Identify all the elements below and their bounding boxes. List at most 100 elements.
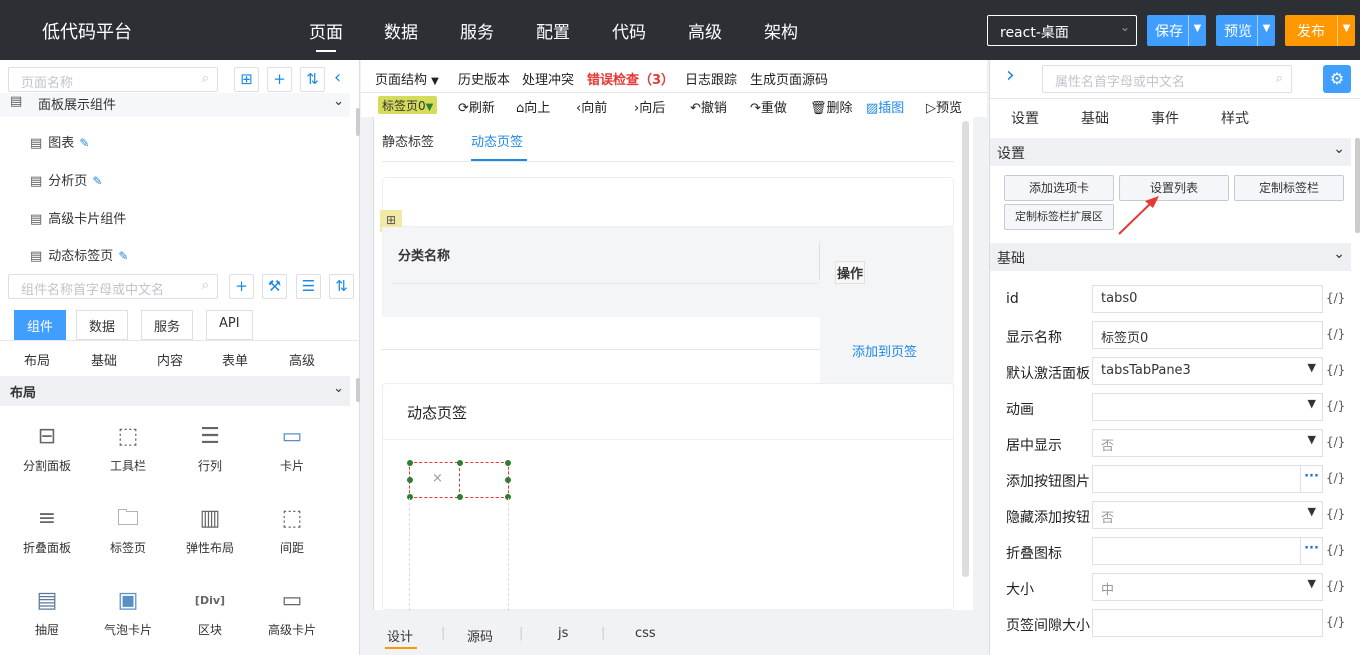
caret-down-icon[interactable]: ▼ bbox=[1337, 15, 1355, 46]
close-icon[interactable]: × bbox=[432, 471, 443, 486]
tab-data[interactable]: 数据 bbox=[76, 310, 129, 340]
expression-icon[interactable]: {/} bbox=[1326, 363, 1345, 377]
tab-static[interactable]: 静态标签 bbox=[382, 131, 434, 150]
log-trace-button[interactable]: 日志跟踪 bbox=[685, 69, 737, 88]
nav-advanced[interactable]: 高级 bbox=[688, 18, 722, 43]
chevron-down-icon[interactable]: ⌄ bbox=[333, 381, 344, 396]
error-check-button[interactable]: 错误检查（3） bbox=[587, 69, 674, 88]
generate-source-button[interactable]: 生成页面源码 bbox=[750, 69, 828, 88]
nav-architecture[interactable]: 架构 bbox=[764, 18, 798, 43]
insert-image-button[interactable]: ▨插图 bbox=[866, 97, 904, 116]
chevron-down-icon[interactable]: ⌄ bbox=[1333, 141, 1345, 157]
tree-item[interactable]: ▤ 分析页 ✎ bbox=[30, 170, 102, 189]
tab-service[interactable]: 服务 bbox=[141, 310, 194, 340]
scrollbar[interactable] bbox=[962, 121, 969, 577]
expression-icon[interactable]: {/} bbox=[1326, 471, 1345, 485]
more-icon[interactable]: ··· bbox=[1300, 466, 1322, 492]
chevron-down-icon[interactable]: ⌄ bbox=[1333, 246, 1345, 262]
nav-page[interactable]: 页面 bbox=[309, 18, 343, 52]
resize-handle[interactable] bbox=[505, 477, 511, 483]
component-spacing[interactable]: ⬚ 间距 bbox=[252, 505, 332, 556]
chevron-down-icon[interactable]: ⌄ bbox=[333, 94, 344, 109]
add-to-tab-link[interactable]: 添加到页签 bbox=[852, 341, 917, 360]
expression-icon[interactable]: {/} bbox=[1326, 327, 1345, 341]
scrollbar[interactable] bbox=[356, 108, 360, 136]
custom-tabbar-extra-button[interactable]: 定制标签栏扩展区 bbox=[1004, 204, 1114, 230]
edit-icon[interactable]: ✎ bbox=[79, 136, 89, 150]
tab-placeholder[interactable]: × bbox=[409, 462, 509, 498]
expression-icon[interactable]: {/} bbox=[1326, 399, 1345, 413]
move-up-button[interactable]: ⌂向上 bbox=[516, 97, 550, 116]
chevron-right-icon[interactable]: › bbox=[1006, 63, 1015, 88]
default-panel-select[interactable]: tabsTabPane3 ▼ bbox=[1092, 357, 1323, 385]
expression-icon[interactable]: {/} bbox=[1326, 507, 1345, 521]
tree-item[interactable]: ▤ 动态标签页 ✎ bbox=[30, 245, 128, 264]
target-select[interactable]: react-桌面 ⌄ bbox=[987, 15, 1137, 46]
page-structure-button[interactable]: 页面结构 ▼ bbox=[375, 69, 439, 88]
component-search-input[interactable]: 组件名称首字母或中文名 ⌕ bbox=[8, 274, 218, 299]
hide-add-button-select[interactable]: 否 ▼ bbox=[1092, 501, 1323, 529]
component-toolbar[interactable]: ⬚ 工具栏 bbox=[88, 423, 168, 474]
page-search-input[interactable]: 页面名称 ⌕ bbox=[8, 67, 218, 92]
move-backward-button[interactable]: ›向后 bbox=[634, 97, 665, 116]
component-advanced-card[interactable]: ▭ 高级卡片 bbox=[252, 587, 332, 638]
section-header-layout[interactable]: 布局 ⌄ bbox=[0, 376, 350, 406]
subtab-content[interactable]: 内容 bbox=[157, 350, 183, 369]
component-tabs[interactable]: 🗀 标签页 bbox=[88, 505, 168, 556]
component-div[interactable]: [Div] 区块 bbox=[170, 587, 250, 638]
scrollbar[interactable] bbox=[356, 378, 360, 402]
section-basic[interactable]: 基础 ⌄ bbox=[990, 243, 1351, 271]
caret-down-icon[interactable]: ▼ bbox=[1188, 15, 1206, 46]
tree-item[interactable]: ▤ 图表 ✎ bbox=[30, 132, 89, 151]
component-drawer[interactable]: ▤ 抽屉 bbox=[7, 587, 87, 638]
edit-icon[interactable]: ✎ bbox=[118, 249, 128, 263]
tab-prop-settings[interactable]: 设置 bbox=[1011, 108, 1039, 128]
tab-source[interactable]: 源码 bbox=[467, 626, 493, 645]
centered-select[interactable]: 否 ▼ bbox=[1092, 429, 1323, 457]
animation-select[interactable]: ▼ bbox=[1092, 393, 1323, 421]
resize-handle[interactable] bbox=[505, 460, 511, 466]
expression-icon[interactable]: {/} bbox=[1326, 291, 1345, 305]
add-button-image-input[interactable]: ··· bbox=[1092, 465, 1323, 493]
resize-handle[interactable] bbox=[457, 460, 463, 466]
expression-icon[interactable]: {/} bbox=[1326, 579, 1345, 593]
history-button[interactable]: 历史版本 bbox=[458, 69, 510, 88]
component-popover-card[interactable]: ▣ 气泡卡片 bbox=[88, 587, 168, 638]
custom-tabbar-button[interactable]: 定制标签栏 bbox=[1234, 175, 1344, 201]
save-button[interactable]: 保存 ▼ bbox=[1147, 15, 1206, 46]
resize-handle[interactable] bbox=[407, 460, 413, 466]
add-icon[interactable]: + bbox=[267, 67, 292, 92]
undo-button[interactable]: ↶撤销 bbox=[690, 97, 727, 116]
component-split[interactable]: ⊟ 分割面板 bbox=[7, 423, 87, 474]
nav-config[interactable]: 配置 bbox=[536, 18, 570, 43]
wrench-icon[interactable]: ⚒ bbox=[262, 274, 287, 299]
resolve-conflict-button[interactable]: 处理冲突 bbox=[522, 69, 574, 88]
preview-button[interactable]: 预览 ▼ bbox=[1216, 15, 1275, 46]
subtab-basic[interactable]: 基础 bbox=[91, 350, 117, 369]
expression-icon[interactable]: {/} bbox=[1326, 435, 1345, 449]
size-select[interactable]: 中 ▼ bbox=[1092, 573, 1323, 601]
component-card[interactable]: ▭ 卡片 bbox=[252, 423, 332, 474]
nav-code[interactable]: 代码 bbox=[612, 18, 646, 43]
sort-icon[interactable]: ⇅ bbox=[300, 67, 325, 92]
add-icon[interactable]: + bbox=[229, 274, 254, 299]
resize-handle[interactable] bbox=[407, 477, 413, 483]
expression-icon[interactable]: {/} bbox=[1326, 543, 1345, 557]
sort-icon[interactable]: ⇅ bbox=[329, 274, 354, 299]
subtab-advanced[interactable]: 高级 bbox=[289, 350, 315, 369]
gear-icon[interactable]: ⚙ bbox=[1323, 65, 1351, 93]
tree-item[interactable]: ▤ 高级卡片组件 bbox=[30, 208, 126, 227]
expression-icon[interactable]: {/} bbox=[1326, 615, 1345, 629]
tab-design[interactable]: 设计 bbox=[387, 626, 413, 645]
canvas-preview-button[interactable]: ▷预览 bbox=[926, 97, 962, 116]
tab-prop-style[interactable]: 样式 bbox=[1221, 108, 1249, 128]
section-settings[interactable]: 设置 ⌄ bbox=[990, 138, 1351, 166]
tab-js[interactable]: js bbox=[558, 626, 568, 641]
display-name-input[interactable]: 标签页0 bbox=[1092, 321, 1323, 349]
publish-button[interactable]: 发布 ▼ bbox=[1285, 15, 1355, 46]
move-forward-button[interactable]: ‹向前 bbox=[576, 97, 607, 116]
property-search-input[interactable]: 属性名首字母或中文名 ⌕ bbox=[1042, 65, 1292, 93]
nav-service[interactable]: 服务 bbox=[460, 18, 494, 43]
redo-button[interactable]: ↷重做 bbox=[750, 97, 787, 116]
more-icon[interactable]: ··· bbox=[1300, 538, 1322, 564]
